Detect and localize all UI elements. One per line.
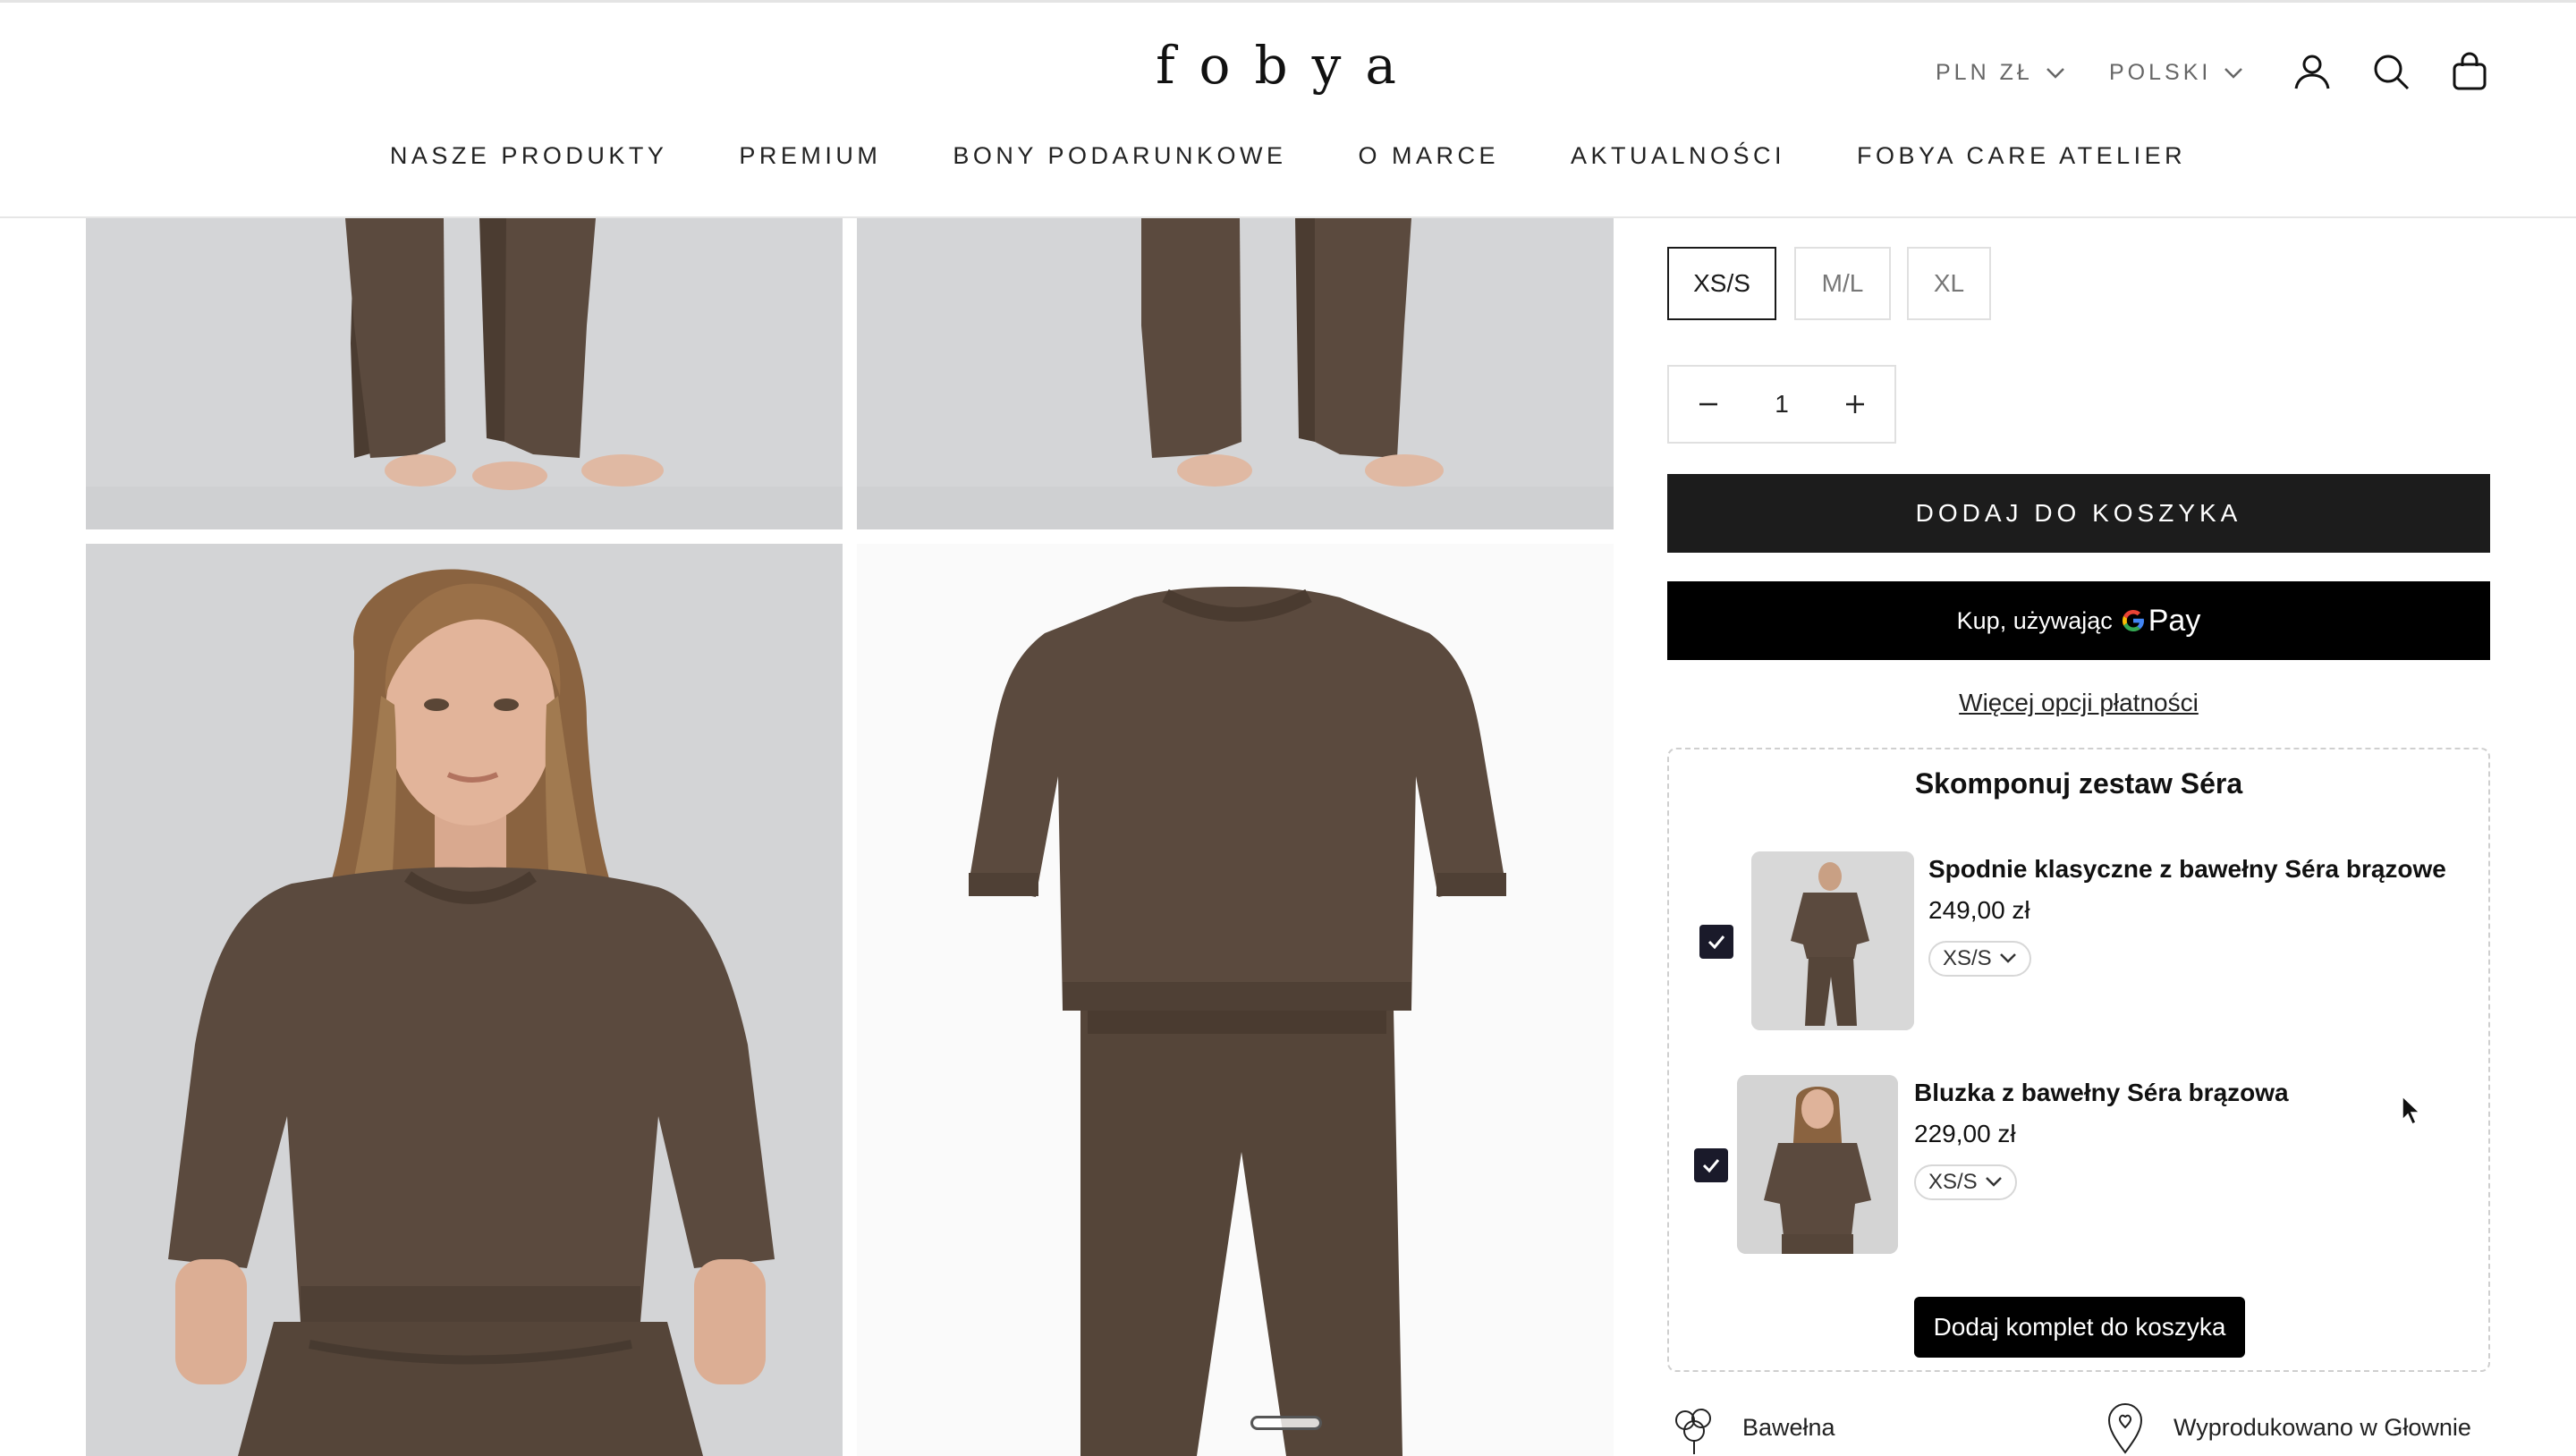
gpay-logo: Pay <box>2120 603 2201 639</box>
location-pin-icon <box>2107 1403 2143 1454</box>
bundle-item-1-name[interactable]: Spodnie klasyczne z bawełny Séra brązowe <box>1928 855 2446 884</box>
product-image-model[interactable] <box>86 544 843 1456</box>
bundle-item-2-thumbnail[interactable] <box>1737 1075 1898 1254</box>
chevron-down-icon <box>2046 67 2064 79</box>
nav-item-gift-cards[interactable]: BONY PODARUNKOWE <box>953 142 1286 170</box>
size-option-xl[interactable]: XL <box>1907 247 1991 320</box>
bundle-item-2-size-select[interactable]: XS/S <box>1914 1164 2017 1200</box>
bundle-item-1-checkbox[interactable] <box>1699 925 1733 959</box>
currency-selector[interactable]: PLN ZŁ <box>1936 60 2065 86</box>
currency-label: PLN ZŁ <box>1936 60 2033 85</box>
nav-item-care-atelier[interactable]: FOBYA CARE ATELIER <box>1857 142 2186 170</box>
feature-made-in: Wyprodukowano w Głownie <box>2097 1399 2471 1456</box>
bundle-item-1-price: 249,00 zł <box>1928 896 2030 924</box>
minus-icon <box>1699 402 1717 406</box>
product-image-set-flat[interactable] <box>857 544 1614 1456</box>
feature-made-in-label: Wyprodukowano w Głownie <box>2174 1413 2471 1441</box>
bundle-item-2-size: XS/S <box>1928 1170 1978 1194</box>
quantity-value[interactable]: 1 <box>1775 390 1789 419</box>
increase-quantity-button[interactable] <box>1816 367 1894 442</box>
add-to-cart-button[interactable]: DODAJ DO KOSZYKA <box>1667 474 2490 553</box>
chevron-down-icon <box>1985 1177 2002 1187</box>
search-icon[interactable] <box>2370 51 2411 92</box>
feature-cotton-label: Bawełna <box>1742 1413 1835 1441</box>
language-label: POLSKI <box>2109 60 2212 85</box>
more-payment-options-link[interactable]: Więcej opcji płatności <box>1667 689 2490 717</box>
nav-item-premium[interactable]: PREMIUM <box>739 142 881 170</box>
checkmark-icon <box>1707 935 1725 950</box>
google-pay-button[interactable]: Kup, używając Pay <box>1667 581 2490 660</box>
bundle-item-1-size: XS/S <box>1943 946 1992 970</box>
feature-cotton: Bawełna <box>1665 1399 1835 1456</box>
gpay-prefix: Kup, używając <box>1956 606 2113 634</box>
add-bundle-to-cart-button[interactable]: Dodaj komplet do koszyka <box>1914 1297 2245 1358</box>
brand-logo[interactable]: fobya <box>1154 35 1422 96</box>
decrease-quantity-button[interactable] <box>1669 367 1748 442</box>
chevron-down-icon <box>2224 67 2243 79</box>
plus-icon <box>1845 395 1864 413</box>
account-icon[interactable] <box>2292 51 2333 92</box>
language-selector[interactable]: POLSKI <box>2109 60 2243 86</box>
bundle-item-1-thumbnail[interactable] <box>1751 851 1914 1030</box>
main-nav: NASZE PRODUKTY PREMIUM BONY PODARUNKOWE … <box>0 142 2576 170</box>
nav-item-about[interactable]: O MARCE <box>1358 142 1499 170</box>
product-image-trousers-front[interactable] <box>86 218 843 529</box>
mouse-cursor-icon <box>2402 1095 2421 1126</box>
gallery-scroll-indicator[interactable] <box>1250 1416 1322 1430</box>
bundle-item-1-size-select[interactable]: XS/S <box>1928 941 2031 977</box>
site-header: fobya PLN ZŁ POLSKI NASZE PRODUKTY PREMI… <box>0 0 2576 218</box>
bundle-title: Skomponuj zestaw Séra <box>1914 767 2243 800</box>
chevron-down-icon <box>1999 953 2016 963</box>
quantity-stepper: 1 <box>1667 365 1896 444</box>
bundle-builder: Skomponuj zestaw Séra Spodnie klasyczne … <box>1667 748 2490 1372</box>
nav-item-news[interactable]: AKTUALNOŚCI <box>1571 142 1785 170</box>
size-option-m-l[interactable]: M/L <box>1794 247 1891 320</box>
google-g-icon <box>2122 610 2144 631</box>
product-image-trousers-back[interactable] <box>857 218 1614 529</box>
bundle-item-2-checkbox[interactable] <box>1694 1148 1728 1182</box>
bundle-item-2-name[interactable]: Bluzka z bawełny Séra brązowa <box>1914 1079 2289 1107</box>
size-option-xs-s[interactable]: XS/S <box>1667 247 1776 320</box>
bundle-item-2-price: 229,00 zł <box>1914 1120 2016 1147</box>
checkmark-icon <box>1702 1159 1720 1173</box>
bag-icon[interactable] <box>2449 51 2490 92</box>
nav-item-products[interactable]: NASZE PRODUKTY <box>390 142 668 170</box>
cotton-flower-icon <box>1675 1409 1711 1454</box>
gpay-pay-label: Pay <box>2148 603 2201 638</box>
